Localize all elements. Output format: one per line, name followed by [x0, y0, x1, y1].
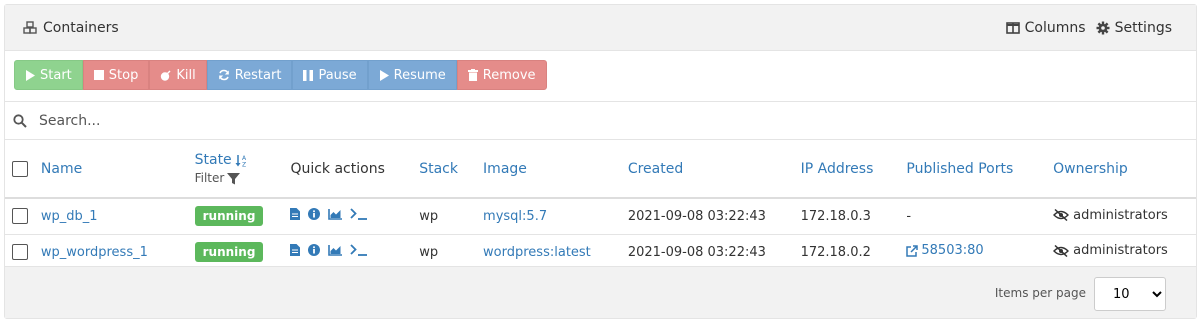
column-header-created[interactable]: Created	[628, 161, 683, 177]
action-toolbar: Start Stop Kill Restart Pause Resume Rem…	[14, 60, 547, 90]
state-filter[interactable]: Filter	[195, 171, 291, 185]
ownership-value: administrators	[1073, 207, 1168, 223]
console-icon[interactable]	[350, 208, 368, 221]
search-bar	[5, 101, 1196, 140]
panel-title-text: Containers	[43, 20, 119, 36]
pause-label: Pause	[318, 67, 357, 83]
column-header-ip-address[interactable]: IP Address	[801, 161, 874, 177]
svg-text:Z: Z	[242, 161, 246, 167]
table-row: wp_db_1 running wp mysql:5.7 2021-09-08 …	[5, 198, 1196, 234]
play-icon	[379, 69, 389, 81]
panel-title: Containers	[23, 20, 119, 36]
start-label: Start	[40, 67, 72, 83]
published-ports-value: -	[906, 208, 912, 224]
column-header-published-ports[interactable]: Published Ports	[906, 161, 1013, 177]
play-icon	[25, 69, 35, 81]
external-link-icon	[906, 245, 919, 257]
resume-label: Resume	[393, 67, 446, 83]
image-link[interactable]: wordpress:latest	[483, 245, 591, 260]
image-link[interactable]: mysql:5.7	[483, 209, 547, 224]
eye-slash-icon	[1053, 209, 1070, 221]
column-header-state[interactable]: State	[195, 152, 232, 168]
items-per-page-select[interactable]: 10	[1094, 277, 1166, 311]
container-name-link[interactable]: wp_wordpress_1	[41, 245, 148, 260]
stats-chart-icon[interactable]	[328, 244, 343, 256]
created-value: 2021-09-08 03:22:43	[627, 244, 766, 260]
row-checkbox[interactable]	[12, 208, 28, 225]
cubes-icon	[23, 21, 37, 35]
filter-icon	[227, 172, 241, 185]
kill-button[interactable]: Kill	[149, 60, 207, 90]
created-value: 2021-09-08 03:22:43	[627, 208, 766, 224]
columns-label: Columns	[1024, 20, 1086, 36]
state-filter-label: Filter	[194, 171, 225, 185]
logs-icon[interactable]	[290, 208, 301, 221]
stop-label: Stop	[108, 67, 139, 83]
table-header-row: Name State A Z Filter Quick actions Stac…	[5, 140, 1196, 198]
published-ports-value: 58503:80	[921, 243, 984, 259]
ownership-value: administrators	[1073, 243, 1168, 259]
columns-icon	[1005, 22, 1020, 34]
items-per-page-label: Items per page	[994, 286, 1086, 300]
published-port-link[interactable]: 58503:80	[906, 243, 984, 259]
settings-label: Settings	[1114, 20, 1172, 36]
status-badge: running	[194, 242, 264, 262]
stop-icon	[93, 70, 104, 80]
stop-button[interactable]: Stop	[82, 60, 150, 90]
gear-icon	[1096, 21, 1110, 35]
column-header-name[interactable]: Name	[41, 161, 82, 177]
table-row: wp_wordpress_1 running wp wordpress:late…	[5, 234, 1196, 270]
eye-slash-icon	[1053, 244, 1070, 257]
start-button[interactable]: Start	[14, 60, 83, 90]
column-header-ownership[interactable]: Ownership	[1053, 161, 1128, 177]
column-header-stack[interactable]: Stack	[419, 161, 458, 177]
container-name-link[interactable]: wp_db_1	[41, 209, 98, 224]
quick-actions	[290, 208, 368, 221]
remove-label: Remove	[482, 67, 536, 83]
quick-actions	[290, 244, 368, 256]
column-header-quick-actions: Quick actions	[290, 160, 385, 177]
search-input[interactable]	[37, 111, 637, 130]
ip-address-value: 172.18.0.2	[800, 244, 871, 260]
pause-icon	[303, 69, 314, 81]
console-icon[interactable]	[350, 244, 368, 256]
info-icon[interactable]	[308, 208, 321, 221]
restart-label: Restart	[234, 67, 282, 83]
ip-address-value: 172.18.0.3	[800, 208, 871, 224]
columns-button[interactable]: Columns	[1005, 20, 1086, 36]
kill-label: Kill	[176, 67, 196, 83]
resume-button[interactable]: Resume	[367, 60, 457, 90]
info-icon[interactable]	[308, 244, 321, 256]
status-badge: running	[194, 206, 264, 227]
settings-button[interactable]: Settings	[1096, 20, 1172, 36]
containers-table: Name State A Z Filter Quick actions Stac…	[5, 140, 1196, 271]
stack-value: wp	[419, 208, 439, 224]
select-all-checkbox[interactable]	[12, 160, 28, 177]
column-header-image[interactable]: Image	[483, 161, 527, 177]
panel-header: Containers Columns Settings	[5, 5, 1196, 51]
stats-chart-icon[interactable]	[328, 208, 343, 220]
search-icon	[13, 113, 27, 128]
stack-value: wp	[419, 244, 439, 260]
row-checkbox[interactable]	[12, 244, 28, 260]
containers-panel: Containers Columns Settings Start Stop K…	[4, 4, 1197, 319]
logs-icon[interactable]	[290, 244, 301, 256]
pause-button[interactable]: Pause	[292, 60, 368, 90]
remove-button[interactable]: Remove	[456, 60, 547, 90]
trash-icon	[467, 69, 478, 81]
table-footer: Items per page 10	[5, 266, 1196, 318]
restart-button[interactable]: Restart	[206, 60, 293, 90]
bomb-icon	[160, 70, 171, 81]
sort-icon[interactable]: A Z	[235, 154, 249, 167]
sync-icon	[218, 69, 230, 81]
